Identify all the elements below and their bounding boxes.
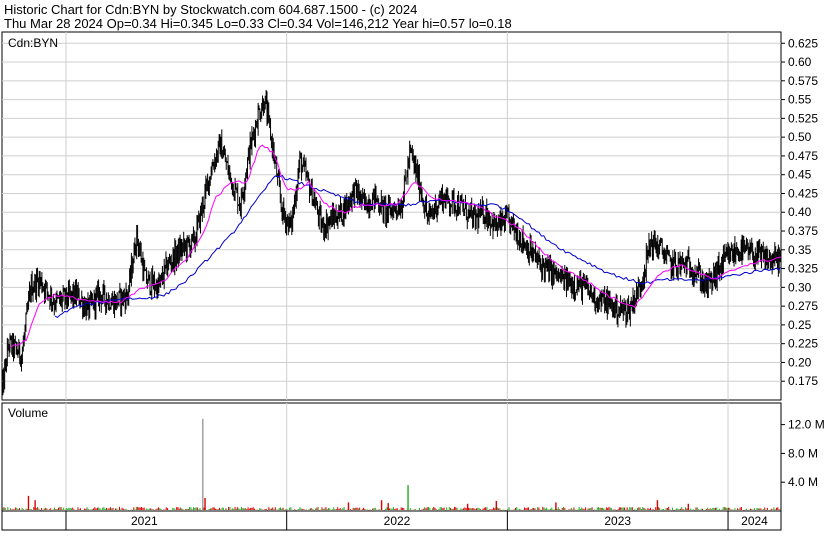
price-tick-label: 0.325 <box>788 262 818 276</box>
volume-panel-label: Volume <box>8 406 48 420</box>
price-tick-label: 0.425 <box>788 186 818 200</box>
chart-header-line2: Thu Mar 28 2024 Op=0.34 Hi=0.345 Lo=0.33… <box>4 16 512 31</box>
price-tick-label: 0.475 <box>788 149 818 163</box>
price-tick-label: 0.625 <box>788 36 818 50</box>
volume-panel: Volume 12.0 M 8.0 M 4.0 M <box>1 402 825 512</box>
price-tick-label: 0.525 <box>788 111 818 125</box>
x-tick-label: 2023 <box>604 514 631 528</box>
price-tick-label: 0.30 <box>788 280 812 294</box>
price-tick-label: 0.50 <box>788 130 812 144</box>
price-tick-label: 0.60 <box>788 55 812 69</box>
price-panel-label: Cdn:BYN <box>8 36 58 50</box>
volume-tick-label: 4.0 M <box>788 475 818 489</box>
price-tick-label: 0.275 <box>788 299 818 313</box>
volume-frame <box>1 402 782 512</box>
price-tick-label: 0.25 <box>788 318 812 332</box>
price-tick-label: 0.40 <box>788 205 812 219</box>
volume-tick-label: 8.0 M <box>788 446 818 460</box>
price-tick-label: 0.35 <box>788 243 812 257</box>
price-panel: 0.625 0.60 0.575 0.55 0.525 0.50 0.475 0.45 0.42… <box>1 31 818 401</box>
price-tick-label: 0.375 <box>788 224 818 238</box>
x-tick-label: 2024 <box>741 514 768 528</box>
x-tick-label: 2021 <box>131 514 158 528</box>
x-axis: 2021 2022 2023 2024 <box>1 510 782 531</box>
x-tick-label: 2022 <box>384 514 411 528</box>
price-tick-label: 0.55 <box>788 93 812 107</box>
price-tick-label: 0.575 <box>788 74 818 88</box>
chart-svg: Historic Chart for Cdn:BYN by Stockwatch… <box>1 2 825 531</box>
stock-chart: Historic Chart for Cdn:BYN by Stockwatch… <box>0 0 830 543</box>
volume-tick-label: 12.0 M <box>788 418 825 432</box>
price-tick-label: 0.45 <box>788 168 812 182</box>
price-tick-label: 0.225 <box>788 337 818 351</box>
price-tick-label: 0.20 <box>788 355 812 369</box>
price-tick-label: 0.175 <box>788 374 818 388</box>
chart-header-line1: Historic Chart for Cdn:BYN by Stockwatch… <box>4 2 417 17</box>
